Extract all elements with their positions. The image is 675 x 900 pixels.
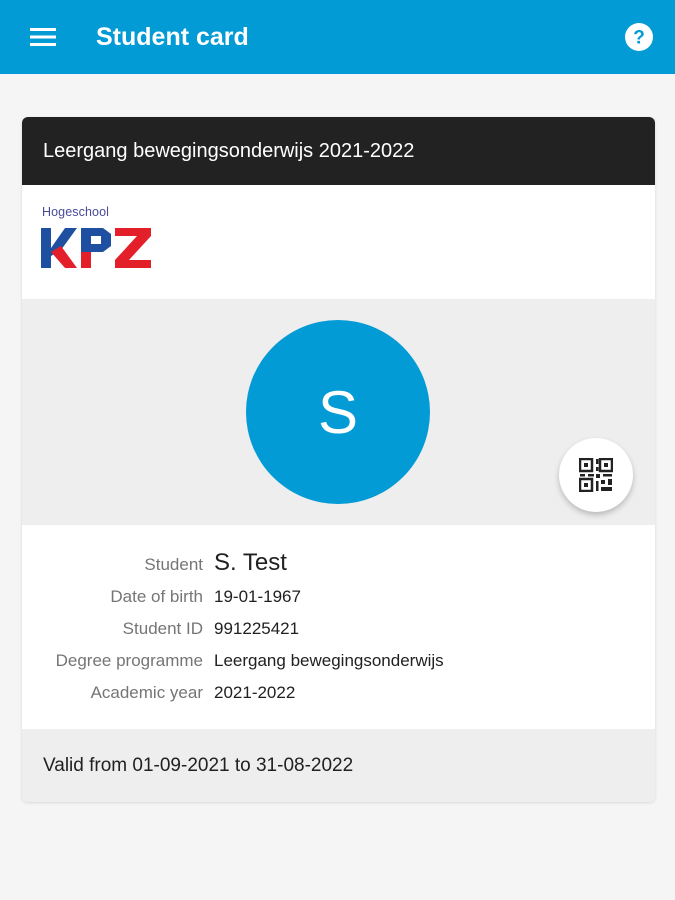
student-details: Student S. Test Date of birth 19-01-1967…	[22, 525, 655, 729]
photo-area: S	[22, 299, 655, 525]
detail-row-student: Student S. Test	[22, 549, 655, 587]
detail-row-degree-programme: Degree programme Leergang bewegingsonder…	[22, 651, 655, 683]
detail-value-date-of-birth: 19-01-1967	[214, 587, 301, 606]
detail-value-academic-year: 2021-2022	[214, 683, 296, 702]
detail-label: Academic year	[90, 683, 203, 702]
page-title: Student card	[96, 22, 249, 51]
card-header: Leergang bewegingsonderwijs 2021-2022	[22, 117, 655, 185]
detail-label: Degree programme	[55, 651, 203, 670]
qr-code-button[interactable]	[559, 438, 633, 512]
avatar: S	[246, 320, 430, 504]
avatar-initial: S	[317, 378, 359, 446]
detail-label: Date of birth	[110, 587, 203, 606]
menu-button[interactable]	[0, 0, 86, 74]
app-bar: Student card ?	[0, 0, 675, 74]
card-header-title: Leergang bewegingsonderwijs 2021-2022	[43, 139, 415, 162]
student-card: Leergang bewegingsonderwijs 2021-2022 Ho…	[22, 117, 655, 802]
qr-code-icon	[579, 458, 613, 492]
logo-subtitle: Hogeschool	[42, 205, 110, 219]
detail-row-student-id: Student ID 991225421	[22, 619, 655, 651]
help-icon: ?	[625, 23, 653, 51]
detail-value-degree-programme: Leergang bewegingsonderwijs	[214, 651, 444, 670]
detail-label: Student ID	[122, 619, 203, 638]
detail-value-student-id: 991225421	[214, 619, 300, 638]
kpz-logo	[41, 228, 151, 268]
institution-logo-area: Hogeschool	[22, 185, 655, 299]
svg-text:?: ?	[633, 28, 645, 49]
help-button[interactable]: ?	[625, 23, 653, 51]
validity-text: Valid from 01-09-2021 to 31-08-2022	[43, 754, 354, 776]
detail-label: Student	[144, 555, 203, 574]
detail-row-academic-year: Academic year 2021-2022	[22, 683, 655, 715]
detail-value-student-name: S. Test	[214, 549, 287, 576]
menu-icon	[30, 28, 56, 46]
detail-row-date-of-birth: Date of birth 19-01-1967	[22, 587, 655, 619]
validity-footer: Valid from 01-09-2021 to 31-08-2022	[22, 729, 655, 802]
